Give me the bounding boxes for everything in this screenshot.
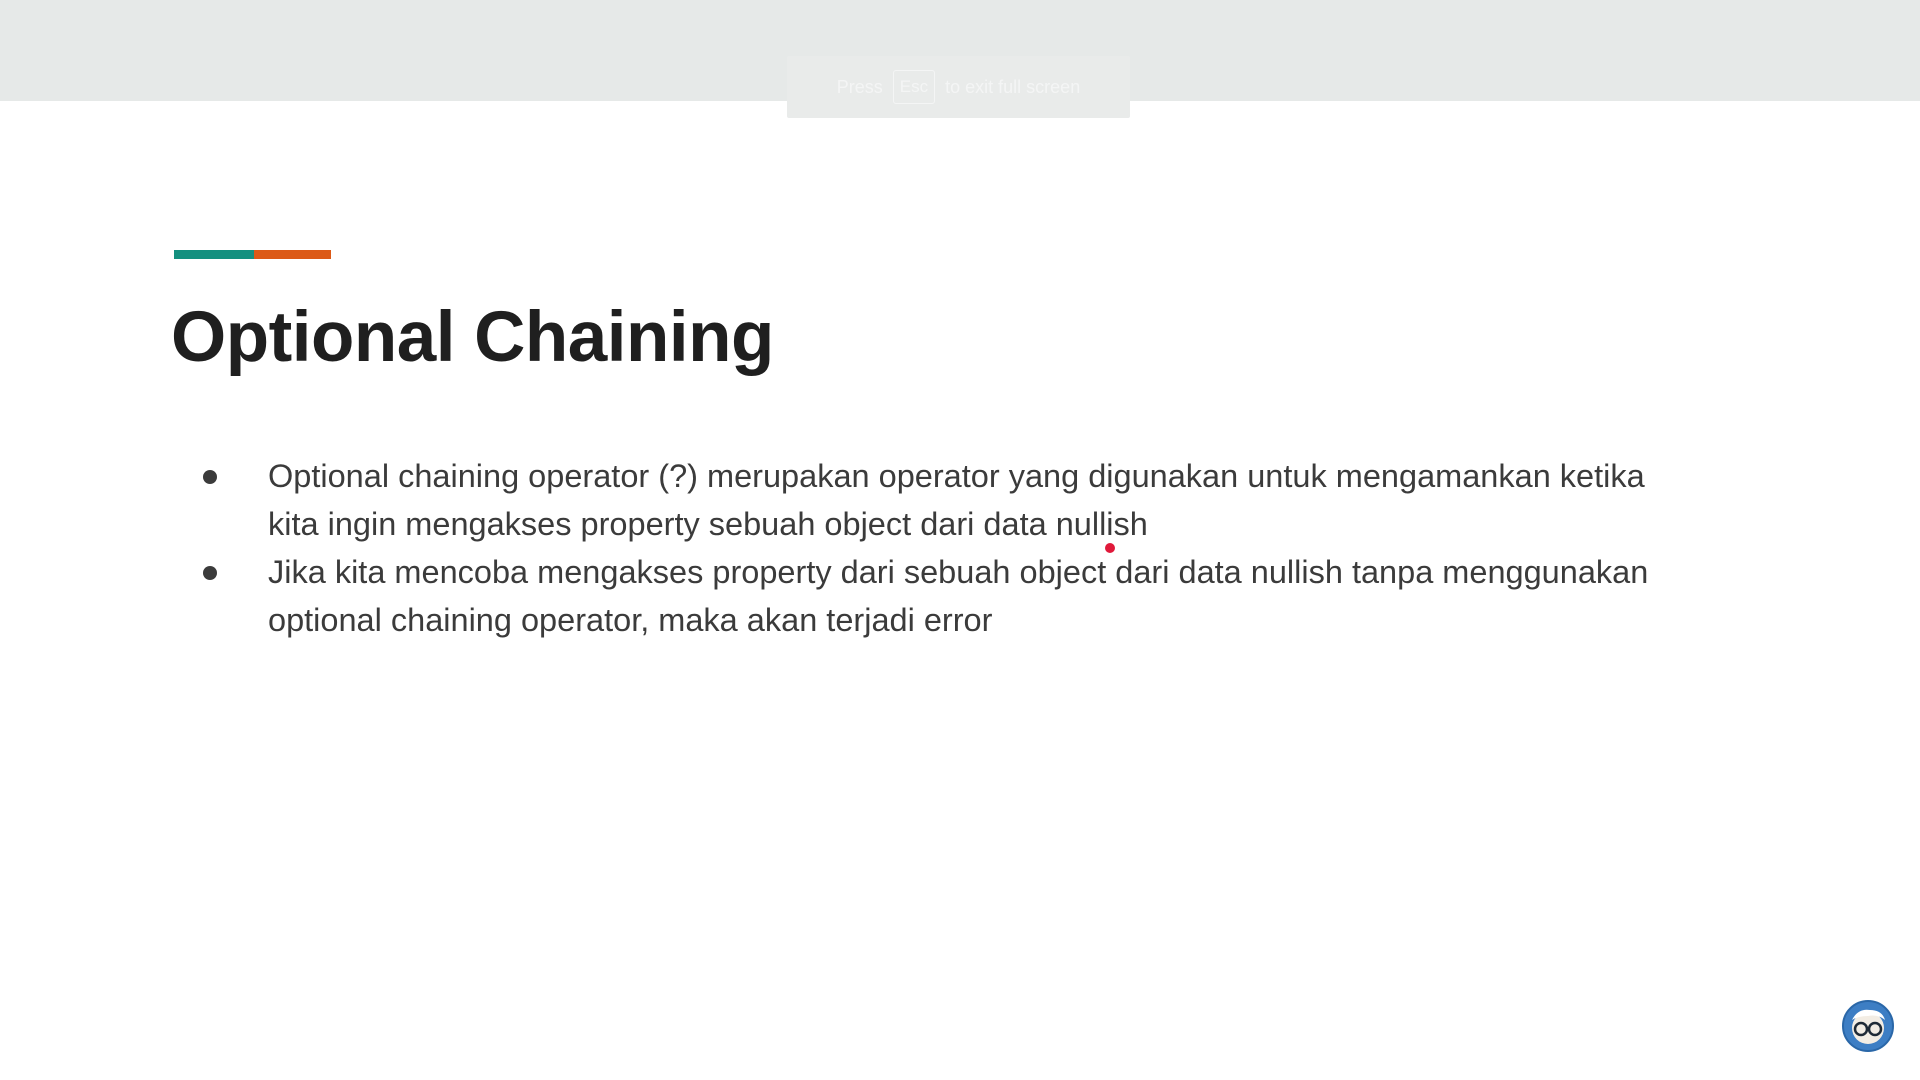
esc-key-label: Esc <box>892 70 936 104</box>
notice-suffix-text: to exit full screen <box>945 76 1081 97</box>
bullet-item: Optional chaining operator (?) merupakan… <box>200 452 1740 548</box>
bullet-line: Jika kita mencoba mengakses property dar… <box>268 554 1649 590</box>
bullet-line: Optional chaining operator (?) merupakan… <box>268 458 1645 494</box>
notice-press-text: Press <box>836 76 883 97</box>
laser-pointer-dot <box>1105 543 1115 553</box>
bullet-list: Optional chaining operator (?) merupakan… <box>200 452 1740 644</box>
glasses-avatar-icon <box>1842 1000 1894 1052</box>
bullet-dot-icon <box>203 566 217 580</box>
accent-teal-segment <box>174 250 254 259</box>
presentation-stage: Press Esc to exit full screen Optional C… <box>0 0 1920 1080</box>
bullet-dot-icon <box>203 470 217 484</box>
bullet-line: kita ingin mengakses property sebuah obj… <box>268 506 1148 542</box>
accent-orange-segment <box>254 250 331 259</box>
bullet-line: optional chaining operator, maka akan te… <box>268 602 993 638</box>
exit-fullscreen-notice: Press Esc to exit full screen <box>787 56 1130 118</box>
title-accent-bar <box>174 250 331 259</box>
slide-title: Optional Chaining <box>171 298 774 377</box>
bullet-item: Jika kita mencoba mengakses property dar… <box>200 548 1740 644</box>
